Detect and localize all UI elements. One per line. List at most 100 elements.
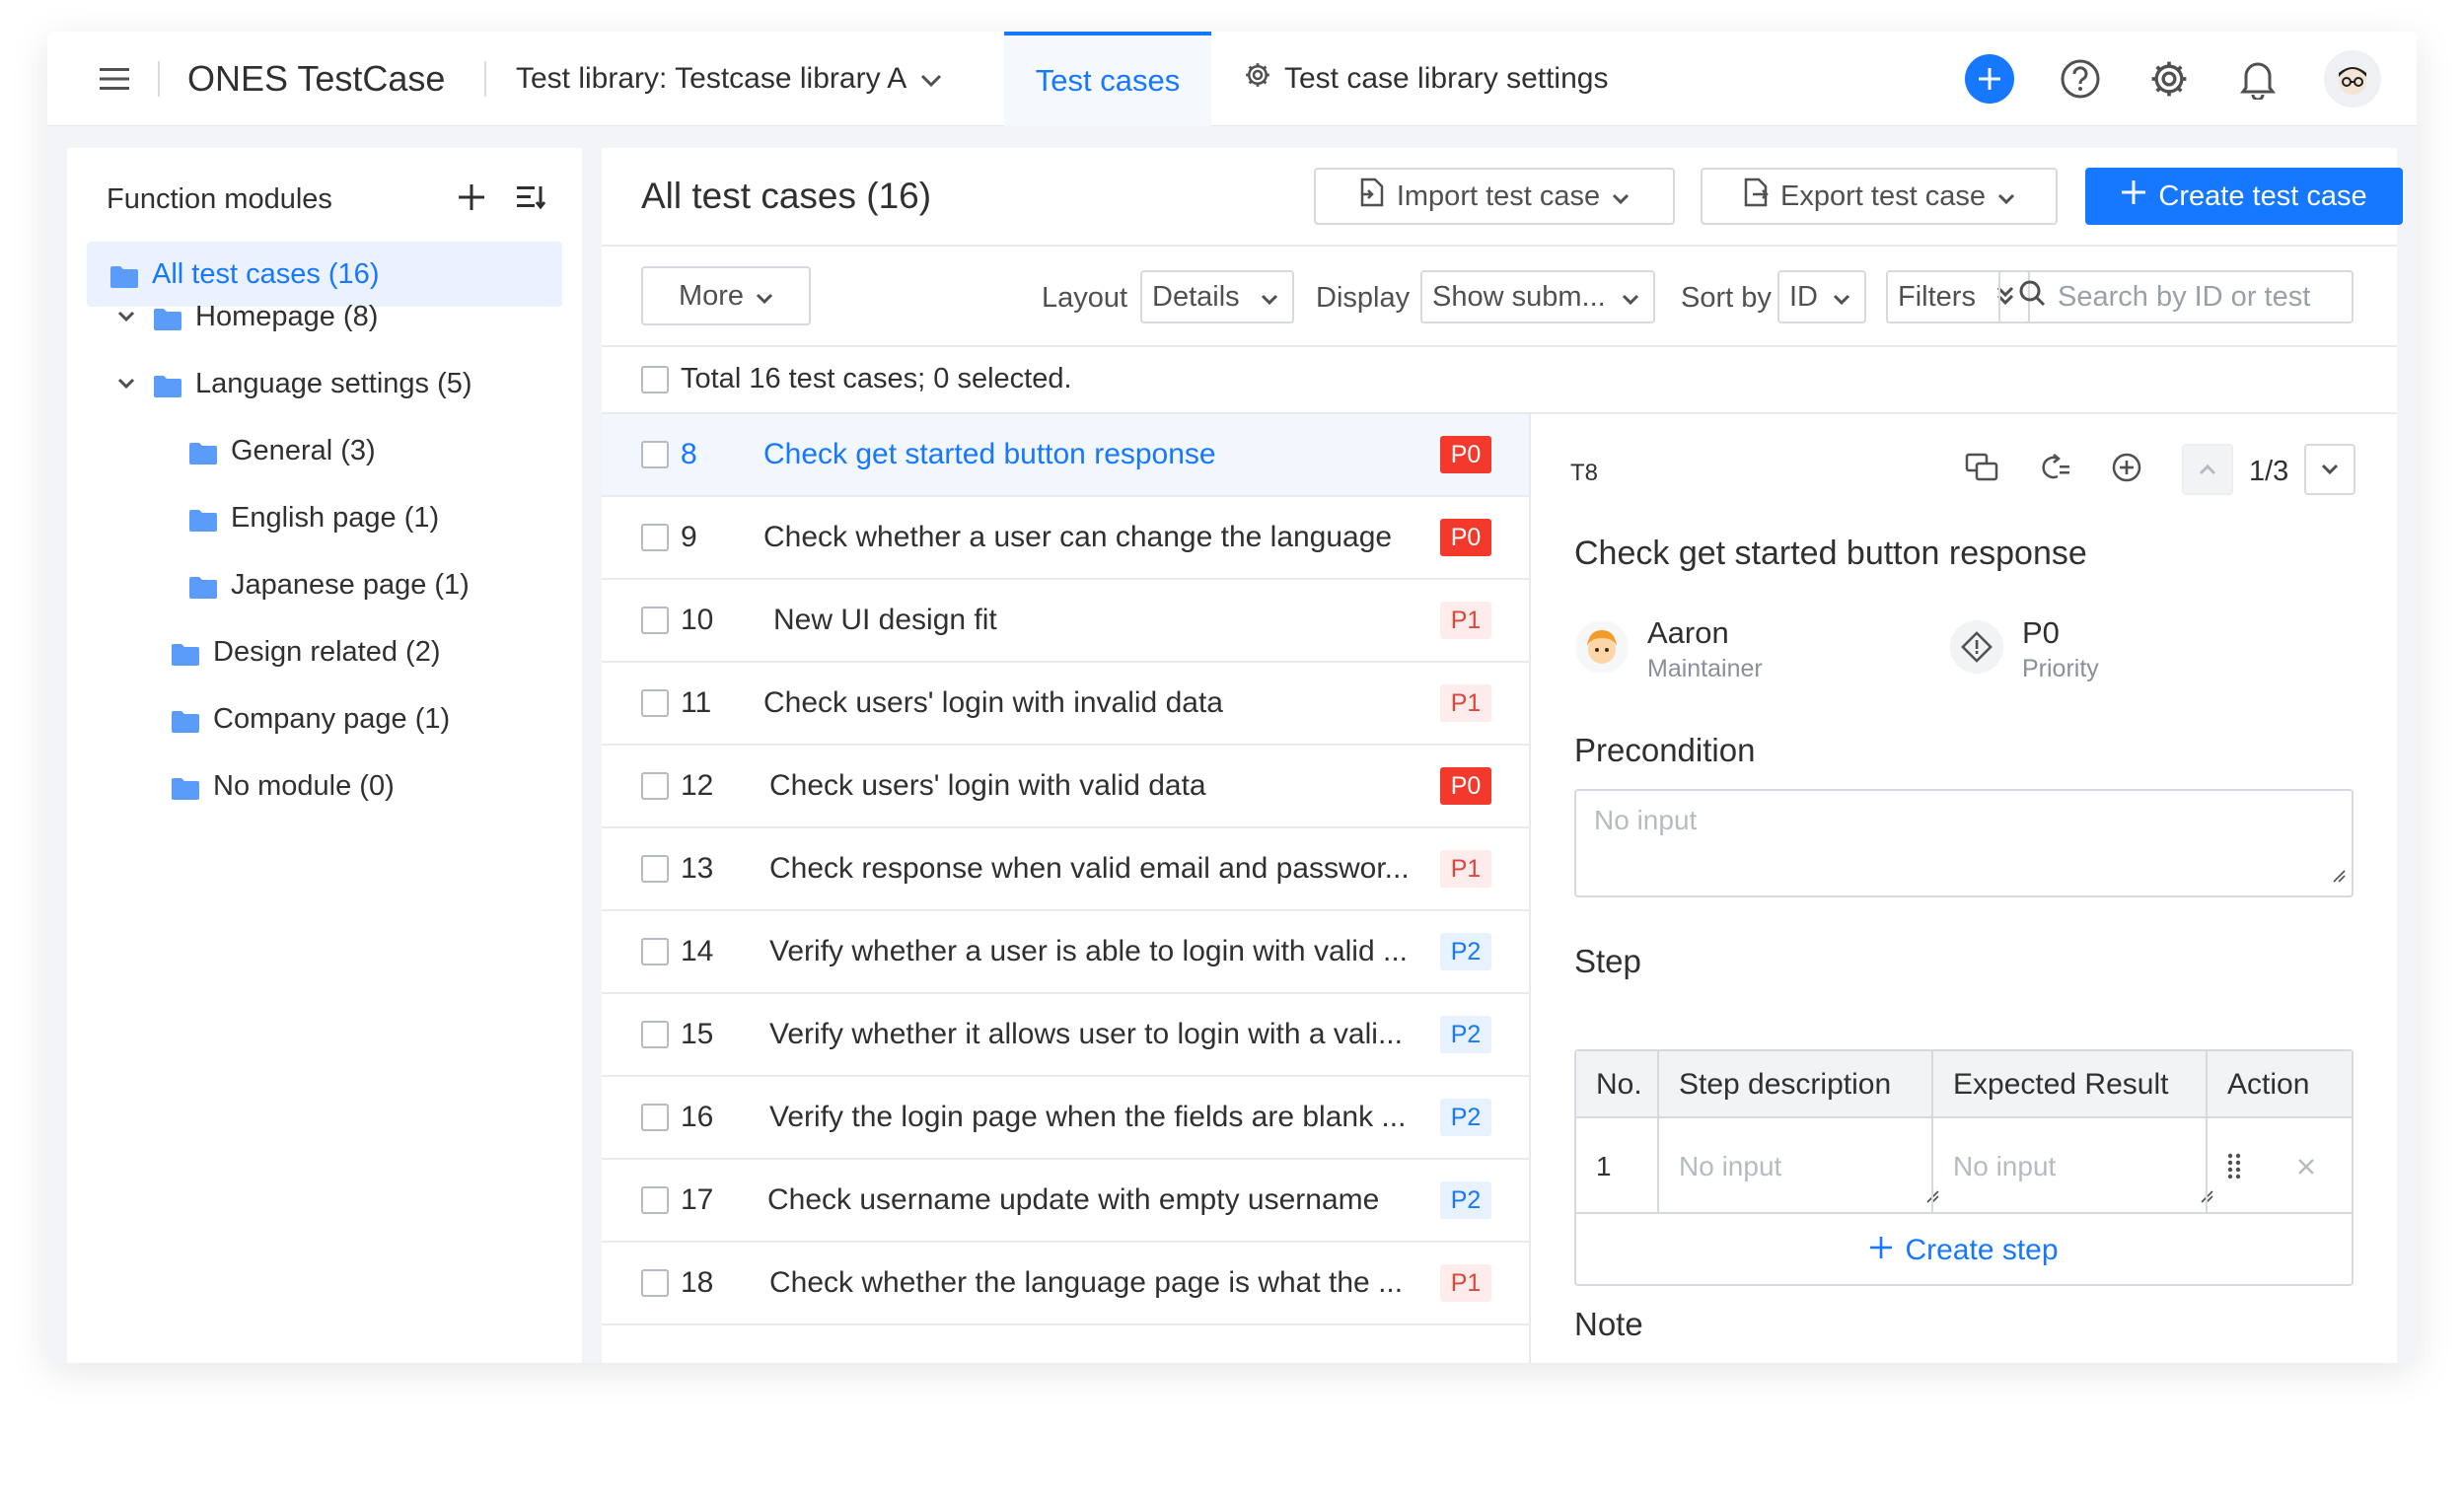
case-id: 18 xyxy=(681,1266,714,1299)
menu-icon[interactable] xyxy=(95,32,134,126)
add-circle-icon[interactable] xyxy=(2111,452,2142,488)
search-input[interactable]: Search by ID or test xyxy=(1998,270,2354,323)
case-title[interactable]: Check whether a user can change the lang… xyxy=(763,521,1392,554)
sidebar-actions xyxy=(458,183,546,216)
add-module-icon[interactable] xyxy=(458,183,485,216)
sidebar-item-label: General (3) xyxy=(231,434,376,466)
user-avatar[interactable] xyxy=(2324,50,2381,107)
workflow-icon[interactable] xyxy=(2038,453,2071,487)
table-row[interactable]: 11 Check users' login with invalid data … xyxy=(602,663,1529,746)
sidebar-item-label: Homepage (8) xyxy=(195,300,379,332)
detail-title: Check get started button response xyxy=(1574,535,2087,572)
row-checkbox[interactable] xyxy=(641,1021,669,1048)
previous-case-button[interactable] xyxy=(2182,444,2233,495)
case-title[interactable]: Verify whether it allows user to login w… xyxy=(769,1018,1403,1051)
table-row[interactable]: 16 Verify the login page when the fields… xyxy=(602,1077,1529,1160)
export-icon xyxy=(1743,178,1769,215)
expected-result-input[interactable]: No input xyxy=(1953,1118,2219,1214)
sidebar-item-general[interactable]: General (3) xyxy=(87,418,562,483)
table-row[interactable]: 9 Check whether a user can change the la… xyxy=(602,497,1529,580)
table-row[interactable]: 13 Check response when valid email and p… xyxy=(602,828,1529,911)
sidebar-item-english-page[interactable]: English page (1) xyxy=(87,485,562,550)
tab-library-settings[interactable]: Test case library settings xyxy=(1243,32,1608,126)
step-description-input[interactable]: No input xyxy=(1679,1118,1945,1214)
row-checkbox[interactable] xyxy=(641,524,669,551)
case-title[interactable]: Verify whether a user is able to login w… xyxy=(769,935,1408,968)
folder-icon xyxy=(189,574,217,599)
close-icon[interactable] xyxy=(2296,1118,2316,1214)
row-checkbox[interactable] xyxy=(641,855,669,883)
plus-icon xyxy=(1869,1234,1893,1267)
library-selector[interactable]: Test library: Testcase library A xyxy=(516,32,942,126)
search-icon xyxy=(2018,279,2046,315)
case-id: 13 xyxy=(681,852,714,885)
case-title[interactable]: Check users' login with invalid data xyxy=(763,686,1223,720)
create-test-case-button[interactable]: Create test case xyxy=(2085,168,2403,225)
row-checkbox[interactable] xyxy=(641,1186,669,1214)
create-step-button[interactable]: Create step xyxy=(1576,1216,2352,1284)
page-title: All test cases (16) xyxy=(641,176,932,216)
priority-badge: P2 xyxy=(1440,933,1491,970)
row-checkbox[interactable] xyxy=(641,1104,669,1131)
row-checkbox[interactable] xyxy=(641,689,669,717)
sidebar-item-homepage[interactable]: Homepage (8) xyxy=(87,284,562,349)
sidebar-item-design-related[interactable]: Design related (2) xyxy=(87,619,562,684)
priority-icon xyxy=(1949,619,2004,679)
case-title[interactable]: Check whether the language page is what … xyxy=(769,1266,1403,1300)
pager-text: 1/3 xyxy=(2249,456,2289,487)
select-all-checkbox[interactable] xyxy=(641,365,669,393)
precondition-input[interactable]: No input xyxy=(1574,789,2354,897)
case-title[interactable]: Verify the login page when the fields ar… xyxy=(769,1101,1406,1134)
table-row[interactable]: 18 Check whether the language page is wh… xyxy=(602,1243,1529,1325)
maintainer-field[interactable]: Aaron Maintainer xyxy=(1574,615,1763,683)
case-title[interactable]: Check response when valid email and pass… xyxy=(769,852,1410,886)
column-divider xyxy=(1657,1051,1659,1214)
case-title[interactable]: Check username update with empty usernam… xyxy=(767,1183,1379,1217)
step-description-placeholder: No input xyxy=(1679,1150,1782,1181)
add-icon[interactable] xyxy=(1965,54,2014,104)
sort-select[interactable]: ID xyxy=(1777,270,1866,323)
case-title[interactable]: Check get started button response xyxy=(763,438,1216,471)
sort-modules-icon[interactable] xyxy=(517,184,546,215)
case-title[interactable]: Check users' login with valid data xyxy=(769,769,1206,803)
table-row[interactable]: 10 New UI design fit P1 xyxy=(602,580,1529,663)
sidebar-item-no-module[interactable]: No module (0) xyxy=(87,753,562,819)
bell-icon[interactable] xyxy=(2235,56,2281,102)
sidebar-item-japanese-page[interactable]: Japanese page (1) xyxy=(87,552,562,617)
priority-badge: P0 xyxy=(1440,436,1491,473)
folder-icon xyxy=(154,373,181,397)
copy-icon[interactable] xyxy=(1965,453,1998,487)
row-checkbox[interactable] xyxy=(641,772,669,800)
sidebar-item-company-page[interactable]: Company page (1) xyxy=(87,686,562,751)
tab-test-cases[interactable]: Test cases xyxy=(1004,32,1211,126)
table-row[interactable]: 8 Check get started button response P0 xyxy=(602,414,1529,497)
help-icon[interactable] xyxy=(2058,56,2103,102)
resize-handle-icon[interactable] xyxy=(2332,858,2346,890)
row-checkbox[interactable] xyxy=(641,938,669,965)
sidebar-item-language-settings[interactable]: Language settings (5) xyxy=(87,351,562,416)
drag-handle-icon[interactable] xyxy=(2227,1118,2241,1214)
layout-select[interactable]: Details xyxy=(1140,270,1294,323)
import-test-case-button[interactable]: Import test case xyxy=(1314,168,1675,225)
chevron-down-icon xyxy=(1612,180,1630,213)
sidebar-item-label: Company page (1) xyxy=(213,702,451,735)
priority-field[interactable]: P0 Priority xyxy=(1949,615,2099,683)
search-placeholder: Search by ID or test xyxy=(2058,280,2311,313)
table-row[interactable]: 14 Verify whether a user is able to logi… xyxy=(602,911,1529,994)
row-checkbox[interactable] xyxy=(641,1269,669,1297)
display-select[interactable]: Show subm... xyxy=(1420,270,1655,323)
case-title[interactable]: New UI design fit xyxy=(773,604,997,637)
chevron-down-icon[interactable] xyxy=(114,378,138,390)
settings-icon[interactable] xyxy=(2146,56,2192,102)
table-row[interactable]: 12 Check users' login with valid data P0 xyxy=(602,746,1529,828)
table-row[interactable]: 15 Verify whether it allows user to logi… xyxy=(602,994,1529,1077)
more-button[interactable]: More xyxy=(641,266,811,325)
table-row[interactable]: 17 Check username update with empty user… xyxy=(602,1160,1529,1243)
main-panel: All test cases (16) Import test case Exp… xyxy=(602,148,2403,1363)
divider xyxy=(158,61,160,97)
chevron-down-icon[interactable] xyxy=(114,311,138,322)
next-case-button[interactable] xyxy=(2304,444,2355,495)
export-test-case-button[interactable]: Export test case xyxy=(1701,168,2058,225)
row-checkbox[interactable] xyxy=(641,441,669,468)
row-checkbox[interactable] xyxy=(641,607,669,634)
